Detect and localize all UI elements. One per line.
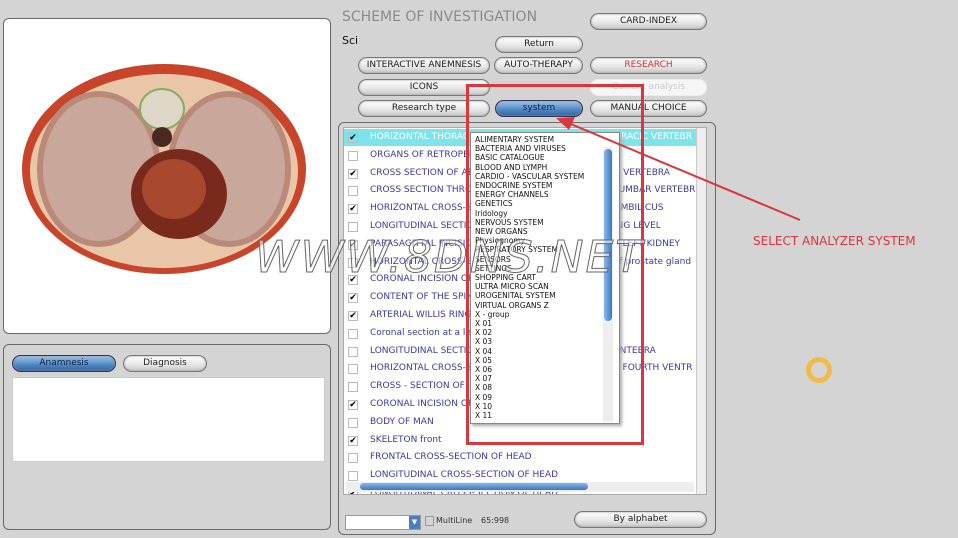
watermark: WWW.8DNS.NET	[254, 232, 645, 284]
annotation-text: SELECT ANALYZER SYSTEM	[753, 234, 916, 248]
cursor-highlight-ring	[806, 357, 832, 383]
